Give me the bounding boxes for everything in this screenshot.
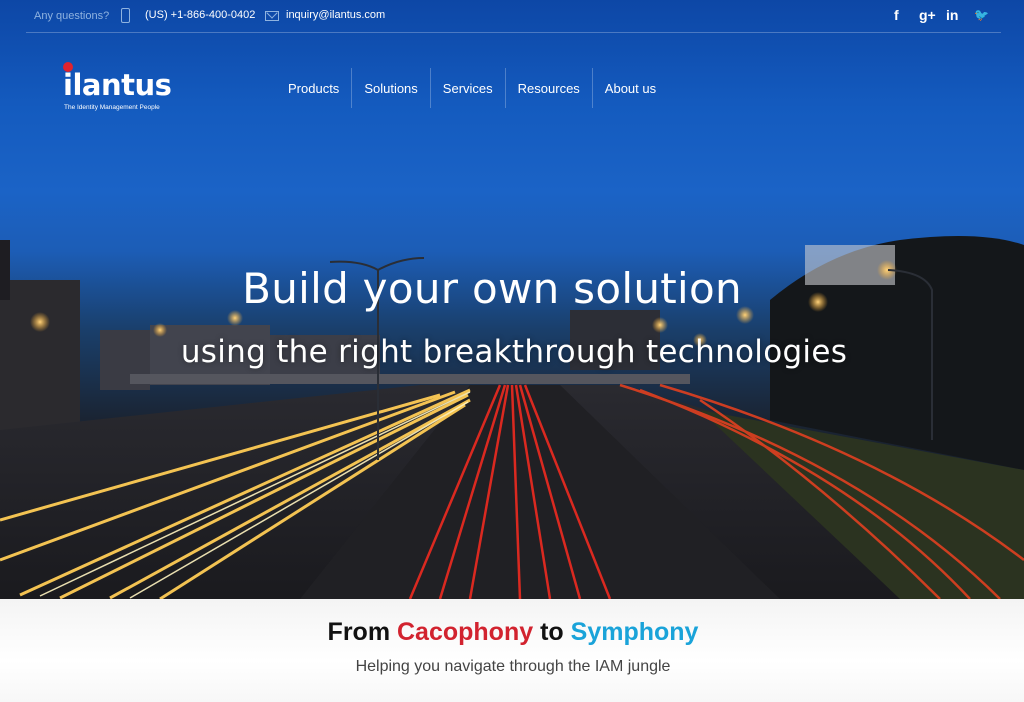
intro-section: From Cacophony to Symphony Helping you n… bbox=[0, 599, 1024, 702]
nav-about-us[interactable]: About us bbox=[591, 68, 668, 108]
top-divider bbox=[26, 32, 1001, 33]
hero-banner: Any questions? (US) +1-866-400-0402 inqu… bbox=[0, 0, 1024, 599]
tagline-to: to bbox=[540, 618, 564, 646]
tagline-symphony: Symphony bbox=[570, 618, 699, 646]
tagline-cacophony: Cacophony bbox=[397, 618, 534, 646]
logo-wordmark: ilantus bbox=[63, 68, 172, 102]
logo-tagline: The Identity Management People bbox=[64, 104, 160, 111]
phone-link[interactable]: (US) +1-866-400-0402 bbox=[145, 9, 255, 21]
intro-tagline: From Cacophony to Symphony bbox=[0, 618, 1024, 647]
google-plus-icon[interactable]: g+ bbox=[919, 7, 936, 24]
tagline-from: From bbox=[327, 618, 391, 646]
intro-subtitle: Helping you navigate through the IAM jun… bbox=[355, 658, 671, 675]
nav-resources[interactable]: Resources bbox=[504, 68, 592, 108]
phone-icon bbox=[121, 8, 130, 23]
nav-solutions[interactable]: Solutions bbox=[351, 68, 429, 108]
email-link[interactable]: inquiry@ilantus.com bbox=[286, 9, 385, 21]
questions-label: Any questions? bbox=[34, 10, 110, 22]
nav-products[interactable]: Products bbox=[276, 68, 351, 108]
main-nav: Products Solutions Services Resources Ab… bbox=[276, 68, 668, 108]
nav-services[interactable]: Services bbox=[429, 68, 505, 108]
hero-headline: Build your own solution bbox=[242, 264, 742, 313]
hero-subheadline: using the right breakthrough technologie… bbox=[180, 334, 848, 370]
facebook-icon[interactable]: f bbox=[894, 7, 899, 24]
top-contact-bar: Any questions? (US) +1-866-400-0402 inqu… bbox=[0, 0, 1024, 33]
linkedin-icon[interactable]: in bbox=[946, 7, 958, 24]
mail-icon bbox=[265, 11, 279, 21]
twitter-icon[interactable]: 🐦 bbox=[974, 7, 989, 24]
